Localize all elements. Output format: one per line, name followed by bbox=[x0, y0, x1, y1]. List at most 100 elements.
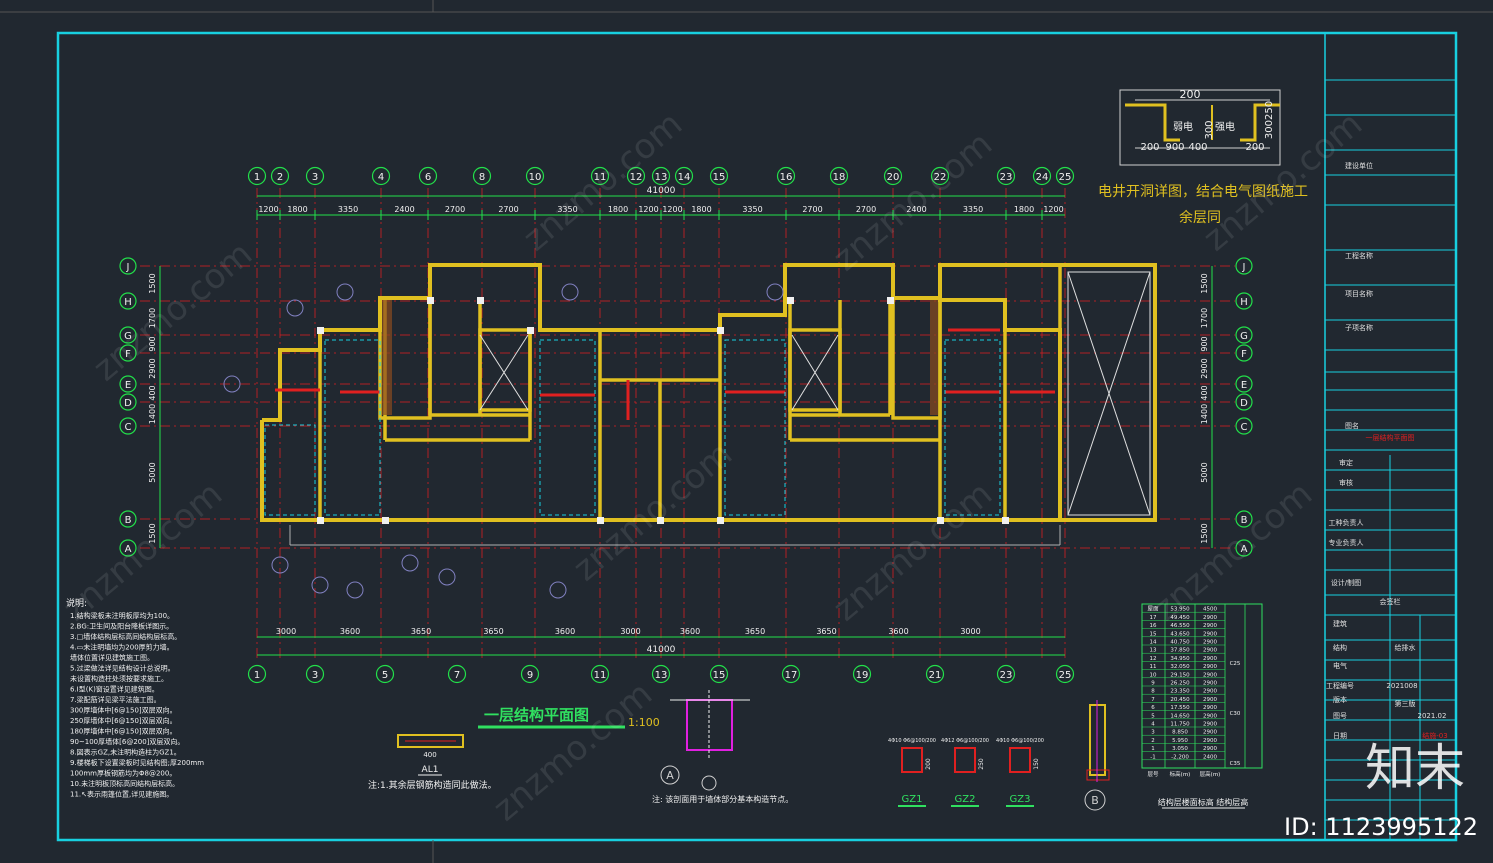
axis-label: 21 bbox=[929, 670, 942, 681]
dim-label: 1500 bbox=[1200, 523, 1209, 543]
section-a-label: A bbox=[666, 769, 674, 782]
dim-label: 1400 bbox=[148, 404, 157, 424]
dim-label: 3000 bbox=[276, 627, 296, 636]
detail-side-dim: 300250 bbox=[1264, 101, 1275, 139]
title-block-text: 2021008 bbox=[1386, 682, 1417, 690]
title-block-text: 设计/制图 bbox=[1331, 578, 1361, 587]
grid-lines bbox=[140, 188, 1235, 660]
table-cell: 13 bbox=[1150, 648, 1157, 654]
axis-label: 3 bbox=[312, 172, 318, 183]
dim-label: 2400 bbox=[394, 205, 414, 214]
dim-label: 3650 bbox=[483, 627, 503, 636]
title-block-text: 建设单位 bbox=[1345, 161, 1373, 170]
gz-size: 200 bbox=[925, 758, 932, 770]
watermarks: znzmo.com znzmo.com znzmo.com znzmo.com znzm… bbox=[56, 104, 1370, 829]
dim-label: 900 bbox=[1200, 336, 1209, 351]
title-block-text: 电气 bbox=[1333, 661, 1347, 670]
dim-label: 3600 bbox=[555, 627, 575, 636]
table-cell: 12 bbox=[1150, 656, 1157, 662]
axis-label: J bbox=[1242, 262, 1246, 273]
detail-mid: 300 bbox=[1204, 120, 1215, 139]
table-header: 层号 bbox=[1147, 771, 1159, 778]
axis-label: 1 bbox=[254, 670, 260, 681]
table-cell: 40.750 bbox=[1170, 640, 1190, 646]
section-callout bbox=[336, 283, 354, 301]
note-line: 180厚墙体中[6@150]双层双向。 bbox=[70, 727, 177, 736]
detail-top-dim: 200 bbox=[1180, 88, 1201, 101]
title-block-text: 一层结构平面图 bbox=[1366, 433, 1415, 442]
title-block-text: 子项名称 bbox=[1345, 323, 1373, 332]
axis-label: 6 bbox=[425, 172, 431, 183]
detail-bottom-dim: 400 bbox=[1188, 142, 1207, 153]
table-side: C30 bbox=[1230, 711, 1241, 717]
table-side: C25 bbox=[1230, 661, 1241, 667]
table-cell: 17.550 bbox=[1170, 705, 1190, 711]
table-cell: 2900 bbox=[1203, 689, 1217, 695]
table-cell: 17 bbox=[1150, 615, 1157, 621]
note-line: 10.未注明板顶标高同结构层标高。 bbox=[70, 779, 179, 788]
dim-label: 1700 bbox=[1200, 308, 1209, 328]
gz-name: GZ1 bbox=[902, 794, 923, 805]
detail-room-right: 强电 bbox=[1215, 120, 1235, 133]
detail-bottom-dim: 200 bbox=[1245, 142, 1264, 153]
axis-label: 9 bbox=[527, 670, 533, 681]
note-line: 100mm厚板钢筋均为Φ8@200。 bbox=[70, 769, 176, 778]
section-callout bbox=[549, 581, 567, 599]
watermark-text: znzmo.com bbox=[566, 434, 740, 589]
al1-dim: 400 bbox=[423, 751, 436, 759]
axis-label: C bbox=[125, 422, 132, 433]
id-text: ID: 1123995122 bbox=[1284, 813, 1478, 841]
table-cell: 2900 bbox=[1203, 738, 1217, 744]
dim-label: 2700 bbox=[445, 205, 465, 214]
title-block-text: 图号 bbox=[1333, 712, 1347, 720]
table-cell: 2900 bbox=[1203, 656, 1217, 662]
axis-label: 23 bbox=[1000, 172, 1013, 183]
table-cell: 2900 bbox=[1203, 730, 1217, 736]
gz-rebar: 4Φ12 Φ6@100/200 bbox=[941, 738, 989, 744]
gz-sections: 4Φ10 Φ6@100/200 200 GZ1 4Φ12 Φ6@100/200 250 G… bbox=[888, 738, 1044, 807]
dim-label: 2700 bbox=[802, 205, 822, 214]
note-line: 90~100厚墙体[6@200]双层双向。 bbox=[70, 737, 184, 746]
dim-label: 1200 bbox=[638, 205, 658, 214]
dim-label: 3650 bbox=[745, 627, 765, 636]
table-cell: 2900 bbox=[1203, 640, 1217, 646]
axis-label: 18 bbox=[833, 172, 846, 183]
table-cell: 11 bbox=[1150, 664, 1157, 670]
section-callout bbox=[766, 283, 784, 301]
table-cell: 2900 bbox=[1203, 631, 1217, 637]
table-cell: 20.450 bbox=[1170, 697, 1190, 703]
table-cell: 37.850 bbox=[1170, 648, 1190, 654]
table-cell: 8.850 bbox=[1172, 730, 1188, 736]
table-cell: 26.250 bbox=[1170, 681, 1190, 687]
dim-label: 1800 bbox=[691, 205, 711, 214]
dim-total-bottom: 41000 bbox=[647, 645, 676, 655]
note-line: 未设置构造柱处须按要求施工。 bbox=[70, 674, 168, 683]
dim-label: 1200 bbox=[258, 205, 278, 214]
note-line: 4.▭未注明墙均为200厚剪力墙。 bbox=[70, 643, 174, 652]
axis-label: H bbox=[124, 297, 132, 308]
title-block-text: 工种负责人 bbox=[1329, 518, 1364, 527]
detail-room-left: 弱电 bbox=[1173, 120, 1193, 133]
dim-label: 2700 bbox=[498, 205, 518, 214]
axis-label: 14 bbox=[678, 172, 691, 183]
dimension-lines: 41000 1200 1800 3350 2400 2700 2700 3350 1800 120… bbox=[148, 186, 1213, 656]
gz-section bbox=[1009, 747, 1031, 773]
dim-label: 3350 bbox=[963, 205, 983, 214]
dim-label: 3650 bbox=[816, 627, 836, 636]
axis-label: 25 bbox=[1059, 670, 1072, 681]
axis-label: 4 bbox=[378, 172, 384, 183]
dim-label: 3650 bbox=[411, 627, 431, 636]
title-block-text: 项目名称 bbox=[1345, 289, 1373, 298]
gz-rebar: 4Φ10 Φ6@100/200 bbox=[888, 738, 936, 744]
section-callout bbox=[438, 568, 456, 586]
title-block-text: 版本 bbox=[1333, 695, 1347, 704]
dim-total-top: 41000 bbox=[647, 186, 676, 196]
axis-label: 15 bbox=[713, 670, 726, 681]
dim-label: 1800 bbox=[1014, 205, 1034, 214]
table-cell: 2900 bbox=[1203, 664, 1217, 670]
title-block-text: 工程编号 bbox=[1326, 681, 1354, 690]
dim-label: 3000 bbox=[620, 627, 640, 636]
dim-label: 1200 bbox=[662, 205, 682, 214]
table-title: 结构层楼面标高 结构层高 bbox=[1158, 797, 1249, 807]
watermark-text: znzmo.com bbox=[86, 234, 260, 389]
